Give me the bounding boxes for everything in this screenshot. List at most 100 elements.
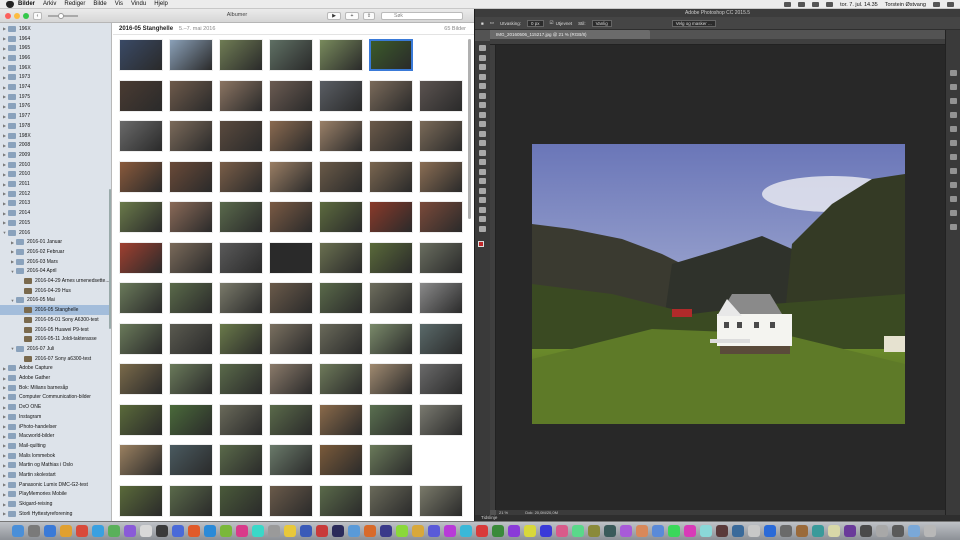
disclosure-triangle-icon[interactable]: ▶ <box>2 424 7 429</box>
sidebar-item[interactable]: ▶ Adobe Gather <box>0 373 110 383</box>
dock-app-icon[interactable] <box>60 525 72 537</box>
disclosure-triangle-icon[interactable]: ▼ <box>10 269 15 274</box>
dock-app-icon[interactable] <box>540 525 552 537</box>
photo-thumbnail[interactable] <box>119 201 163 233</box>
dock-app-icon[interactable] <box>716 525 728 537</box>
photo-thumbnail[interactable] <box>419 241 463 274</box>
dock-app-icon[interactable] <box>844 525 856 537</box>
photo-thumbnail[interactable] <box>319 120 363 152</box>
dock-app-icon[interactable] <box>220 525 232 537</box>
dock-app-icon[interactable] <box>636 525 648 537</box>
photo-thumbnail[interactable] <box>319 322 363 355</box>
sidebar-item[interactable]: ▶ Martin og Mathias i Oslo <box>0 461 110 471</box>
dock-app-icon[interactable] <box>44 525 56 537</box>
disclosure-triangle-icon[interactable]: ▶ <box>2 133 7 138</box>
photo-thumbnail[interactable] <box>169 160 213 193</box>
photo-thumbnail[interactable] <box>119 282 163 314</box>
sidebar-item[interactable]: 2016-05 Huawei P9-test <box>0 325 110 335</box>
brush-tool-icon[interactable] <box>479 111 486 118</box>
disclosure-triangle-icon[interactable]: ▶ <box>2 55 7 60</box>
sidebar-item[interactable]: ▶ 1978 <box>0 121 110 131</box>
sidebar-item[interactable]: 2016-05 Stanghelle <box>0 305 110 315</box>
photo-thumbnail[interactable] <box>169 120 213 152</box>
home-icon[interactable]: ■ <box>481 21 484 26</box>
photo-thumbnail[interactable] <box>369 322 413 355</box>
photo-thumbnail[interactable] <box>419 484 463 517</box>
paths-panel-icon[interactable] <box>950 210 957 216</box>
dock-app-icon[interactable] <box>124 525 136 537</box>
dock-app-icon[interactable] <box>684 525 696 537</box>
disclosure-triangle-icon[interactable]: ▼ <box>2 230 7 235</box>
paragraph-panel-icon[interactable] <box>950 154 957 160</box>
photo-thumbnail[interactable] <box>269 241 313 274</box>
dock-app-icon[interactable] <box>348 525 360 537</box>
dock-app-icon[interactable] <box>412 525 424 537</box>
actions-panel-icon[interactable] <box>950 84 957 90</box>
sidebar-item[interactable]: ▶ 2011 <box>0 179 110 189</box>
sidebar-item[interactable]: ▼ 2016-04 April <box>0 267 110 277</box>
photo-thumbnail[interactable] <box>169 484 213 517</box>
sidebar-item[interactable]: ▶ 2013 <box>0 199 110 209</box>
disclosure-triangle-icon[interactable]: ▶ <box>2 511 7 516</box>
dock-app-icon[interactable] <box>284 525 296 537</box>
sidebar-item[interactable]: ▶ 2009 <box>0 150 110 160</box>
sidebar-item[interactable]: ▶ 1977 <box>0 111 110 121</box>
sidebar-item[interactable]: ▶ Bok: Milians barnesåp <box>0 383 110 393</box>
sidebar-item[interactable]: ▶ 1976 <box>0 102 110 112</box>
sidebar-item[interactable]: ▼ 2016 <box>0 228 110 238</box>
dock-app-icon[interactable] <box>28 525 40 537</box>
disclosure-triangle-icon[interactable]: ▶ <box>2 94 7 99</box>
dock-app-icon[interactable] <box>188 525 200 537</box>
photo-thumbnail[interactable] <box>219 363 263 395</box>
gradient-tool-icon[interactable] <box>479 149 486 156</box>
photo-thumbnail[interactable] <box>119 322 163 355</box>
photo-thumbnail[interactable] <box>369 201 413 233</box>
sidebar-item[interactable]: ▼ 2016-05 Mai <box>0 296 110 306</box>
disclosure-triangle-icon[interactable]: ▶ <box>2 376 7 381</box>
dock-app-icon[interactable] <box>668 525 680 537</box>
sidebar-item[interactable]: ▶ 1974 <box>0 82 110 92</box>
feather-field[interactable]: 0 px <box>527 19 544 27</box>
photo-thumbnail[interactable] <box>319 79 363 112</box>
photo-thumbnail[interactable] <box>119 484 163 517</box>
search-input[interactable]: Søk <box>381 12 463 20</box>
blur-tool-icon[interactable] <box>479 159 486 165</box>
disclosure-triangle-icon[interactable]: ▶ <box>2 75 7 80</box>
sidebar-item[interactable]: 2016-04-29 Hus <box>0 286 110 296</box>
photo-thumbnail[interactable] <box>269 484 313 517</box>
sidebar-item[interactable]: ▼ 2016-07 Juli <box>0 344 110 354</box>
photo-thumbnail[interactable] <box>319 39 363 71</box>
dock-app-icon[interactable] <box>476 525 488 537</box>
photo-thumbnail[interactable] <box>119 403 163 436</box>
dock-app-icon[interactable] <box>316 525 328 537</box>
stamp-tool-icon[interactable] <box>479 121 486 127</box>
sidebar-item[interactable]: ▶ Macworld-bilder <box>0 431 110 441</box>
share-button[interactable]: ⇪ <box>363 12 375 20</box>
sidebar-item[interactable]: ▶ 2014 <box>0 208 110 218</box>
sidebar-item[interactable]: ▶ DxO ONE <box>0 402 110 412</box>
sidebar-item[interactable]: ▶ 2010 <box>0 170 110 180</box>
photo-thumbnail[interactable] <box>169 79 213 112</box>
disclosure-triangle-icon[interactable]: ▶ <box>2 220 7 225</box>
properties-panel-icon[interactable] <box>950 98 957 104</box>
disclosure-triangle-icon[interactable]: ▶ <box>2 191 7 196</box>
photo-thumbnail[interactable] <box>319 444 363 476</box>
photo-thumbnail[interactable] <box>369 160 413 193</box>
healing-tool-icon[interactable] <box>479 102 486 108</box>
dropbox-icon[interactable] <box>784 2 792 7</box>
dock-app-icon[interactable] <box>268 525 280 537</box>
disclosure-triangle-icon[interactable]: ▶ <box>2 182 7 187</box>
dock-app-icon[interactable] <box>732 525 744 537</box>
sidebar-item[interactable]: ▶ 1964 <box>0 34 110 44</box>
dock-app-icon[interactable] <box>172 525 184 537</box>
dock-app-icon[interactable] <box>908 525 920 537</box>
notification-center-icon[interactable] <box>947 2 954 7</box>
menu-bilde[interactable]: Bilde <box>93 1 106 7</box>
dock-app-icon[interactable] <box>140 525 152 537</box>
dock-app-icon[interactable] <box>892 525 904 537</box>
disclosure-triangle-icon[interactable]: ▶ <box>2 434 7 439</box>
dock-app-icon[interactable] <box>460 525 472 537</box>
photo-thumbnail[interactable] <box>119 39 163 71</box>
dock-app-icon[interactable] <box>76 525 88 537</box>
photo-thumbnail[interactable] <box>219 160 263 193</box>
